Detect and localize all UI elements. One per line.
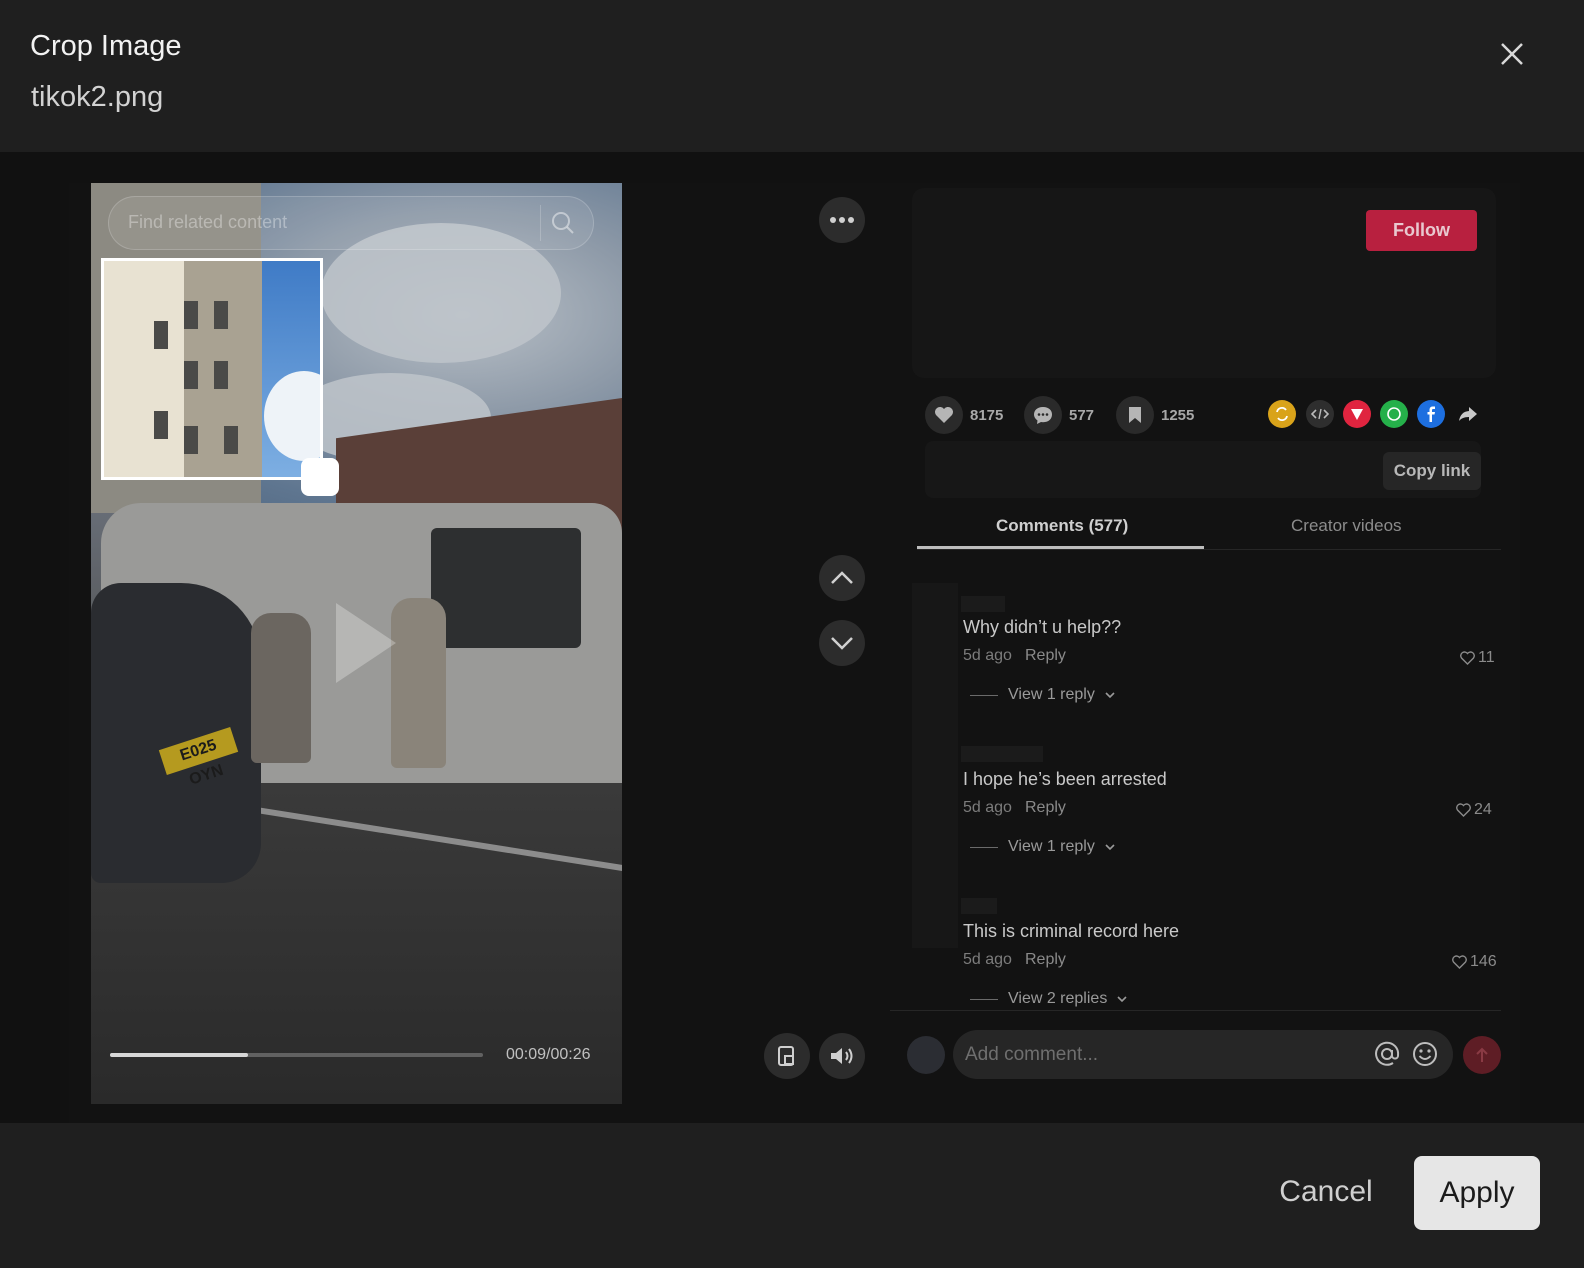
reply-dash [970,694,998,696]
commenter-name [961,746,1043,762]
chevron-down-icon [1117,996,1127,1003]
reply-dash [970,846,998,848]
like-count: 8175 [970,406,1004,424]
comment-text: This is criminal record here [963,921,1180,941]
share-arrow-icon[interactable] [1454,400,1482,428]
facebook-icon[interactable] [1417,400,1445,428]
heart-outline-icon [1452,955,1467,969]
comment-like-button[interactable]: 11 [1460,649,1495,667]
follow-button[interactable]: Follow [1366,210,1477,251]
comment-count: 577 [1069,406,1095,424]
comment-like-count: 24 [1474,801,1492,818]
comment-like-count: 11 [1478,649,1495,666]
crop-selection[interactable] [101,258,323,480]
more-options-button[interactable] [819,197,865,243]
close-icon [1501,43,1523,65]
reply-dash [970,998,998,1000]
related-search-placeholder: Find related content [128,212,288,232]
tab-divider [917,549,1501,550]
video-time: 00:09/00:26 [506,1046,591,1063]
copy-link-button[interactable]: Copy link [1383,452,1481,490]
comment-icon [1024,396,1062,434]
cancel-button[interactable]: Cancel [1268,1166,1384,1218]
crop-window [154,411,168,439]
save-count: 1255 [1161,406,1195,424]
comment-text: I hope he’s been arrested [963,769,1167,789]
crop-window [214,361,228,389]
previous-video-button[interactable] [819,555,865,601]
repost-icon[interactable] [1268,400,1296,428]
view-replies-button[interactable]: View 1 reply [970,686,1116,704]
close-button[interactable] [1494,36,1530,72]
heart-outline-icon [1456,803,1471,817]
comment-like-button[interactable]: 24 [1456,801,1492,819]
heart-icon [925,396,963,434]
video-car [91,583,261,883]
floating-player-button[interactable] [764,1033,810,1079]
chevron-up-icon [831,571,853,584]
save-stat[interactable]: 1255 [1116,396,1194,434]
crop-resize-handle[interactable] [301,458,339,496]
comment-stat[interactable]: 577 [1024,396,1094,434]
floating-player-icon [778,1046,794,1066]
emoji-icon[interactable] [1411,1040,1439,1068]
next-video-button[interactable] [819,620,865,666]
comment-text: Why didn’t u help?? [963,617,1122,637]
apply-button[interactable]: Apply [1414,1156,1540,1230]
tab-creator-videos[interactable]: Creator videos [1291,516,1402,536]
video-progress-bar[interactable] [110,1053,483,1057]
mention-icon[interactable] [1373,1040,1401,1068]
reply-button[interactable]: Reply [1025,799,1066,817]
commenter-name [961,596,1005,612]
send-icon[interactable] [1343,400,1371,428]
crop-window [184,301,198,329]
heart-outline-icon [1460,651,1475,665]
view-replies-label: View 1 reply [1008,838,1095,855]
view-replies-button[interactable]: View 1 reply [970,838,1116,856]
view-replies-label: View 2 replies [1008,990,1108,1007]
view-replies-button[interactable]: View 2 replies [970,990,1128,1008]
like-stat[interactable]: 8175 [925,396,1003,434]
send-comment-button[interactable] [1463,1036,1501,1074]
video-person [391,598,446,768]
crop-window [184,426,198,454]
view-replies-label: View 1 reply [1008,686,1095,703]
dialog-title: Crop Image [30,30,182,62]
arrow-up-icon [1476,1047,1488,1062]
volume-button[interactable] [819,1033,865,1079]
play-icon [336,603,396,683]
comment-time: 5d ago [963,951,1012,968]
chevron-down-icon [1105,692,1115,699]
reply-button[interactable]: Reply [1025,951,1066,969]
comment-like-count: 146 [1470,953,1497,970]
crop-window [154,321,168,349]
more-icon [830,217,854,223]
commenter-avatar-column [912,583,958,948]
crop-window [214,301,228,329]
video-person [251,613,311,763]
search-divider [540,205,541,241]
comment-like-button[interactable]: 146 [1452,953,1497,971]
file-name: tikok2.png [31,81,164,113]
comment-time: 5d ago [963,647,1012,664]
video-van-window [431,528,581,648]
video-progress-fill [110,1053,248,1057]
crop-window [184,361,198,389]
bookmark-icon [1116,396,1154,434]
crop-tower [104,261,184,477]
tab-comments[interactable]: Comments (577) [996,516,1128,536]
volume-icon [831,1048,853,1064]
crop-window [224,426,238,454]
whatsapp-icon[interactable] [1380,400,1408,428]
avatar [907,1036,945,1074]
comment-bar-divider [890,1010,1501,1011]
chevron-down-icon [1105,844,1115,851]
commenter-name [961,898,997,914]
search-icon[interactable] [550,210,576,236]
comment-time: 5d ago [963,799,1012,816]
reply-button[interactable]: Reply [1025,647,1066,665]
embed-icon[interactable] [1306,400,1334,428]
chevron-down-icon [831,637,853,650]
dialog-header: Crop Image tikok2.png [0,0,1584,152]
